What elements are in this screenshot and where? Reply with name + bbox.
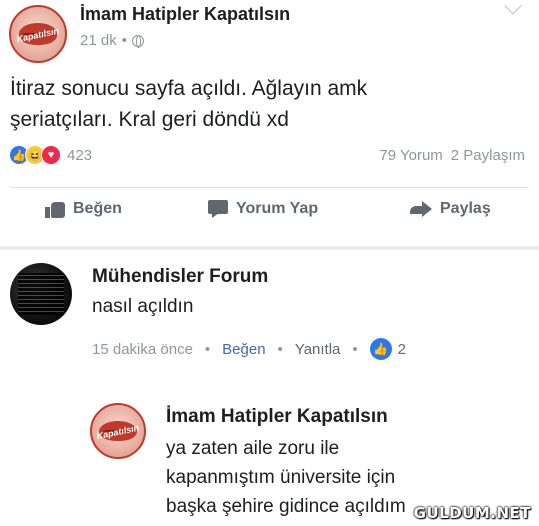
meta-dot: • (352, 340, 358, 358)
like-button[interactable]: Beğen (45, 200, 122, 218)
comment-reply-link[interactable]: Yanıtla (295, 341, 341, 358)
comment-text: nasıl açıldın (92, 296, 194, 317)
comments-count[interactable]: 79 Yorum (379, 147, 442, 164)
post-author-name[interactable]: İmam Hatipler Kapatılsın (80, 4, 290, 25)
post-stats: 79 Yorum 2 Paylaşım (379, 147, 525, 164)
comment-author-name[interactable]: Mühendisler Forum (92, 266, 268, 288)
chalkboard-image (18, 273, 64, 315)
author-avatar[interactable]: Kapatılsın (9, 5, 67, 63)
post-text: İtiraz sonucu sayfa açıldı. Ağlayın amk … (10, 77, 368, 131)
share-arrow-icon (410, 200, 432, 218)
globe-icon (131, 34, 144, 48)
share-button[interactable]: Paylaş (410, 200, 491, 218)
post-actions-bar: Beğen Yorum Yap Paylaş (0, 200, 539, 230)
meta-dot: • (277, 340, 283, 358)
meta-separator: • (121, 32, 127, 49)
section-separator (0, 246, 539, 250)
post-time[interactable]: 21 dk (80, 32, 117, 49)
commenter-avatar[interactable] (10, 263, 72, 325)
reply-text-line-1: ya zaten aile zoru ile (166, 438, 340, 459)
chevron-down-icon[interactable] (504, 0, 522, 15)
like-badge-icon[interactable]: 👍 (369, 338, 392, 360)
reply-text-line-3: başka şehire gidince açıldım (166, 496, 406, 517)
reaction-count: 423 (67, 146, 93, 164)
reply-author-name[interactable]: İmam Hatipler Kapatılsın (166, 406, 388, 428)
comment-button-label: Yorum Yap (236, 200, 319, 217)
love-reaction-icon: ♥ (41, 145, 61, 165)
reply-author-avatar[interactable]: Kapatılsın (90, 403, 146, 459)
thumb-up-icon (45, 200, 65, 218)
comment-like-count: 2 (397, 340, 407, 358)
comment-icon (208, 200, 228, 218)
share-button-label: Paylaş (440, 200, 491, 217)
like-button-label: Beğen (73, 200, 122, 217)
comment-meta: 15 dakika önce • Beğen • Yanıtla • 👍 2 (92, 338, 406, 360)
post-meta: 21 dk • (80, 32, 144, 49)
reply-text-line-2: kapanmıştım üniversite için (166, 467, 396, 488)
post-card: Kapatılsın İmam Hatipler Kapatılsın 21 d… (0, 0, 539, 246)
comment-like-link[interactable]: Beğen (222, 341, 265, 358)
divider (10, 187, 529, 188)
shares-count[interactable]: 2 Paylaşım (451, 147, 525, 164)
watermark: GULDUM.NET (413, 504, 531, 522)
comment-button[interactable]: Yorum Yap (208, 200, 318, 218)
meta-dot: • (204, 340, 211, 358)
comment-time[interactable]: 15 dakika önce (92, 341, 193, 358)
reactions-summary[interactable]: 👍 😆 ♥ 423 (9, 145, 92, 165)
